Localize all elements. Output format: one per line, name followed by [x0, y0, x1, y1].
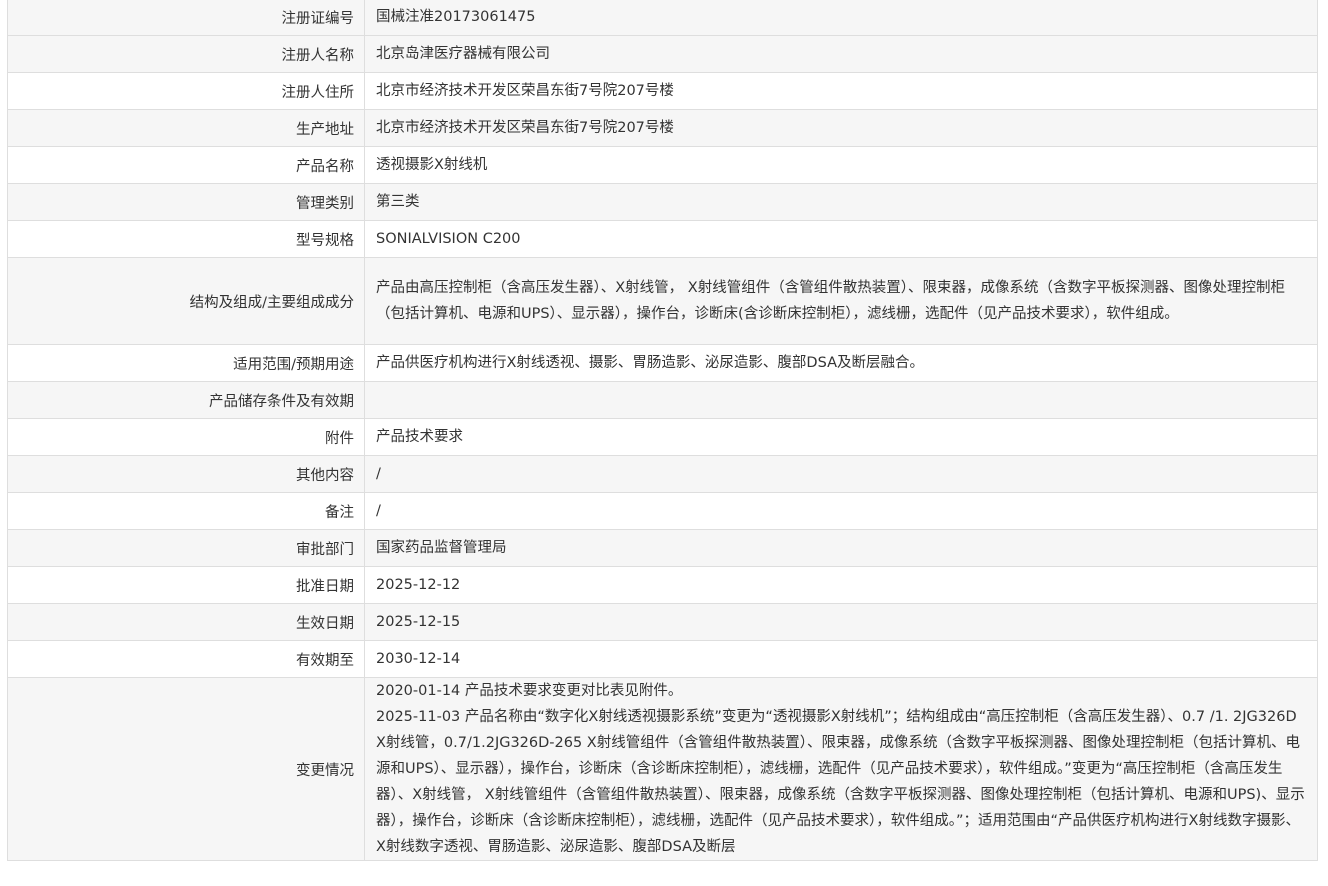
row-valid-until: 有效期至 2030-12-14: [7, 640, 1318, 678]
field-label: 附件: [7, 418, 365, 456]
row-production-address: 生产地址 北京市经济技术开发区荣昌东街7号院207号楼: [7, 109, 1318, 147]
field-value: 2025-12-15: [364, 603, 1318, 641]
field-value: 产品供医疗机构进行X射线透视、摄影、胃肠造影、泌尿造影、腹部DSA及断层融合。: [364, 344, 1318, 382]
change-entry: 2020-01-14 产品技术要求变更对比表见附件。: [376, 683, 683, 699]
field-value: 北京岛津医疗器械有限公司: [364, 35, 1318, 73]
field-value: 透视摄影X射线机: [364, 146, 1318, 184]
row-approval-date: 批准日期 2025-12-12: [7, 566, 1318, 604]
field-label: 其他内容: [7, 455, 365, 493]
field-value: 产品由高压控制柜（含高压发生器）、X射线管， X射线管组件（含管组件散热装置）、…: [364, 257, 1318, 345]
row-storage-conditions: 产品储存条件及有效期: [7, 381, 1318, 419]
field-value: /: [364, 492, 1318, 530]
field-value: 2025-12-12: [364, 566, 1318, 604]
field-label: 备注: [7, 492, 365, 530]
change-entry: 2025-11-03 产品名称由“数字化X射线透视摄影系统”变更为“透视摄影X射…: [376, 709, 1305, 855]
field-value: [364, 381, 1318, 419]
field-label: 生产地址: [7, 109, 365, 147]
field-label: 注册人名称: [7, 35, 365, 73]
row-structure-composition: 结构及组成/主要组成成分 产品由高压控制柜（含高压发生器）、X射线管， X射线管…: [7, 257, 1318, 345]
field-value: SONIALVISION C200: [364, 220, 1318, 258]
row-effective-date: 生效日期 2025-12-15: [7, 603, 1318, 641]
row-change-history: 变更情况 2020-01-14 产品技术要求变更对比表见附件。 2025-11-…: [7, 677, 1318, 861]
row-other-content: 其他内容 /: [7, 455, 1318, 493]
field-value: /: [364, 455, 1318, 493]
field-value: 产品技术要求: [364, 418, 1318, 456]
field-value: 第三类: [364, 183, 1318, 221]
field-label: 注册证编号: [7, 0, 365, 36]
field-label: 注册人住所: [7, 72, 365, 110]
row-registration-number: 注册证编号 国械注准20173061475: [7, 0, 1318, 36]
field-value: 国家药品监督管理局: [364, 529, 1318, 567]
field-label: 型号规格: [7, 220, 365, 258]
field-label: 变更情况: [7, 677, 365, 861]
row-registrant-address: 注册人住所 北京市经济技术开发区荣昌东街7号院207号楼: [7, 72, 1318, 110]
field-value: 国械注准20173061475: [364, 0, 1318, 36]
field-label: 产品储存条件及有效期: [7, 381, 365, 419]
row-registrant-name: 注册人名称 北京岛津医疗器械有限公司: [7, 35, 1318, 73]
field-value: 北京市经济技术开发区荣昌东街7号院207号楼: [364, 72, 1318, 110]
change-history-value: 2020-01-14 产品技术要求变更对比表见附件。 2025-11-03 产品…: [364, 677, 1318, 861]
field-value: 北京市经济技术开发区荣昌东街7号院207号楼: [364, 109, 1318, 147]
field-label: 产品名称: [7, 146, 365, 184]
field-label: 审批部门: [7, 529, 365, 567]
row-approval-department: 审批部门 国家药品监督管理局: [7, 529, 1318, 567]
row-remarks: 备注 /: [7, 492, 1318, 530]
field-label: 有效期至: [7, 640, 365, 678]
row-model-spec: 型号规格 SONIALVISION C200: [7, 220, 1318, 258]
registration-table: 注册证编号 国械注准20173061475 注册人名称 北京岛津医疗器械有限公司…: [7, 0, 1318, 861]
field-label: 适用范围/预期用途: [7, 344, 365, 382]
field-label: 生效日期: [7, 603, 365, 641]
field-label: 批准日期: [7, 566, 365, 604]
row-intended-use: 适用范围/预期用途 产品供医疗机构进行X射线透视、摄影、胃肠造影、泌尿造影、腹部…: [7, 344, 1318, 382]
row-attachment: 附件 产品技术要求: [7, 418, 1318, 456]
field-label: 结构及组成/主要组成成分: [7, 257, 365, 345]
row-product-name: 产品名称 透视摄影X射线机: [7, 146, 1318, 184]
field-label: 管理类别: [7, 183, 365, 221]
row-management-category: 管理类别 第三类: [7, 183, 1318, 221]
field-value: 2030-12-14: [364, 640, 1318, 678]
